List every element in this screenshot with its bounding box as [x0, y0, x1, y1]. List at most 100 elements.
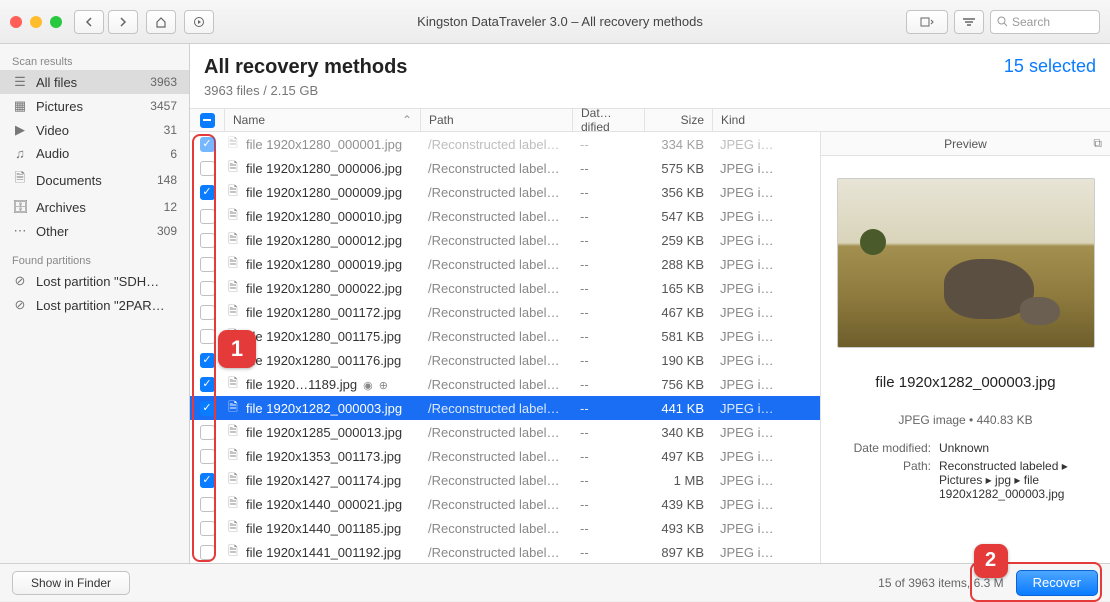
sidebar-item-video[interactable]: ▶Video31: [0, 118, 189, 142]
selection-count: 15 selected: [1004, 56, 1096, 77]
file-path: /Reconstructed labele…: [420, 305, 572, 320]
file-date: --: [572, 305, 644, 320]
forward-button[interactable]: [108, 10, 138, 34]
file-name: file 1920x1353_001173.jpg: [242, 449, 420, 464]
file-list[interactable]: 1 ✓🗎file 1920x1280_000001.jpg/Reconstruc…: [190, 132, 820, 563]
row-checkbox[interactable]: ✓: [200, 137, 215, 152]
file-path: /Reconstructed labele…: [420, 473, 572, 488]
col-size[interactable]: Size: [644, 109, 712, 131]
file-path: /Reconstructed labele…: [420, 353, 572, 368]
table-row[interactable]: 🗎file 1920x1440_001185.jpg/Reconstructed…: [190, 516, 820, 540]
sidebar-partition[interactable]: ⊘Lost partition "2PAR…: [0, 293, 189, 317]
col-name[interactable]: Name⌃: [224, 109, 420, 131]
table-row[interactable]: ✓🗎file 1920…1189.jpg◉⊕/Reconstructed lab…: [190, 372, 820, 396]
file-size: 493 KB: [644, 521, 712, 536]
file-path: /Reconstructed labele…: [420, 329, 572, 344]
sidebar-item-label: Archives: [36, 200, 156, 215]
sidebar-item-audio[interactable]: ♫Audio6: [0, 142, 189, 165]
row-checkbox[interactable]: [200, 305, 215, 320]
table-row[interactable]: 🗎file 1920x1353_001173.jpg/Reconstructed…: [190, 444, 820, 468]
sidebar-item-archives[interactable]: 🗄Archives12: [0, 195, 189, 219]
table-row[interactable]: 🗎file 1920x1285_000013.jpg/Reconstructed…: [190, 420, 820, 444]
table-row[interactable]: 🗎file 1920x1440_000021.jpg/Reconstructed…: [190, 492, 820, 516]
row-checkbox[interactable]: [200, 161, 215, 176]
table-row[interactable]: 🗎file 1920x1280_001172.jpg/Reconstructed…: [190, 300, 820, 324]
file-size: 897 KB: [644, 545, 712, 560]
filter-button[interactable]: [954, 10, 984, 34]
row-checkbox[interactable]: [200, 425, 215, 440]
column-headers: Name⌃ Path Dat…dified Size Kind: [190, 108, 1110, 132]
row-checkbox[interactable]: [200, 497, 215, 512]
minimize-window-icon[interactable]: [30, 16, 42, 28]
partition-icon: ⊘: [12, 273, 28, 289]
file-size: 1 MB: [644, 473, 712, 488]
show-in-finder-button[interactable]: Show in Finder: [12, 571, 130, 595]
table-row[interactable]: 🗎file 1920x1280_001175.jpg/Reconstructed…: [190, 324, 820, 348]
file-name: file 1920x1280_001176.jpg: [242, 353, 420, 368]
sidebar-item-documents[interactable]: 🗎Documents148: [0, 165, 189, 195]
sidebar-partition[interactable]: ⊘ Lost partition "SDH…: [0, 269, 189, 293]
row-checkbox[interactable]: [200, 521, 215, 536]
row-checkbox[interactable]: ✓: [200, 377, 215, 392]
row-checkbox[interactable]: ✓: [200, 401, 215, 416]
sidebar-item-other[interactable]: ⋯Other309: [0, 219, 189, 243]
table-row[interactable]: 🗎file 1920x1280_000012.jpg/Reconstructed…: [190, 228, 820, 252]
row-checkbox[interactable]: [200, 281, 215, 296]
maximize-window-icon[interactable]: [50, 16, 62, 28]
row-checkbox[interactable]: [200, 449, 215, 464]
view-mode-button[interactable]: [906, 10, 948, 34]
select-all-checkbox[interactable]: [200, 113, 215, 128]
info-icon[interactable]: ⊕: [379, 380, 388, 392]
row-checkbox[interactable]: [200, 209, 215, 224]
file-icon: 🗎: [224, 278, 242, 299]
row-checkbox[interactable]: [200, 329, 215, 344]
table-row[interactable]: ✓🗎file 1920x1280_000009.jpg/Reconstructe…: [190, 180, 820, 204]
file-path: /Reconstructed labele…: [420, 209, 572, 224]
col-kind[interactable]: Kind: [712, 109, 784, 131]
sidebar-item-pictures[interactable]: ▦Pictures3457: [0, 94, 189, 118]
annotation-badge-2: 2: [974, 544, 1008, 578]
file-path: /Reconstructed labele…: [420, 257, 572, 272]
file-date: --: [572, 185, 644, 200]
file-name: file 1920x1280_000001.jpg: [242, 137, 420, 152]
home-button[interactable]: [146, 10, 176, 34]
category-icon: ▶: [12, 122, 28, 138]
table-row[interactable]: ✓🗎file 1920x1282_000003.jpg/Reconstructe…: [190, 396, 820, 420]
file-size: 581 KB: [644, 329, 712, 344]
preview-filename: file 1920x1282_000003.jpg: [875, 374, 1055, 391]
row-checkbox[interactable]: [200, 233, 215, 248]
sidebar-item-all-files[interactable]: ☰All files3963: [0, 70, 189, 94]
row-checkbox[interactable]: [200, 545, 215, 560]
file-size: 190 KB: [644, 353, 712, 368]
recover-button[interactable]: Recover: [1016, 570, 1098, 596]
table-row[interactable]: 🗎file 1920x1441_001192.jpg/Reconstructed…: [190, 540, 820, 563]
table-row[interactable]: ✓🗎file 1920x1427_001174.jpg/Reconstructe…: [190, 468, 820, 492]
table-row[interactable]: ✓🗎file 1920x1280_000001.jpg/Reconstructe…: [190, 132, 820, 156]
table-row[interactable]: 🗎file 1920x1280_000010.jpg/Reconstructed…: [190, 204, 820, 228]
category-icon: ▦: [12, 98, 28, 114]
sidebar-item-label: Lost partition "SDH…: [36, 274, 177, 289]
row-checkbox[interactable]: ✓: [200, 473, 215, 488]
file-date: --: [572, 161, 644, 176]
preview-icon[interactable]: ◉: [363, 380, 373, 392]
file-kind: JPEG im…: [712, 425, 784, 440]
table-row[interactable]: ✓🗎file 1920x1280_001176.jpg/Reconstructe…: [190, 348, 820, 372]
file-kind: JPEG im…: [712, 401, 784, 416]
close-window-icon[interactable]: [10, 16, 22, 28]
sidebar-item-count: 12: [164, 200, 177, 214]
popout-icon[interactable]: ⧉: [1093, 136, 1102, 151]
preview-path-key: Path:: [843, 459, 939, 501]
table-row[interactable]: 🗎file 1920x1280_000019.jpg/Reconstructed…: [190, 252, 820, 276]
file-icon: 🗎: [224, 206, 242, 227]
back-button[interactable]: [74, 10, 104, 34]
file-size: 259 KB: [644, 233, 712, 248]
table-row[interactable]: 🗎file 1920x1280_000006.jpg/Reconstructed…: [190, 156, 820, 180]
col-date[interactable]: Dat…dified: [572, 109, 644, 131]
row-checkbox[interactable]: ✓: [200, 353, 215, 368]
row-checkbox[interactable]: ✓: [200, 185, 215, 200]
search-input[interactable]: Search: [990, 10, 1100, 34]
col-path[interactable]: Path: [420, 109, 572, 131]
table-row[interactable]: 🗎file 1920x1280_000022.jpg/Reconstructed…: [190, 276, 820, 300]
rescan-button[interactable]: [184, 10, 214, 34]
row-checkbox[interactable]: [200, 257, 215, 272]
